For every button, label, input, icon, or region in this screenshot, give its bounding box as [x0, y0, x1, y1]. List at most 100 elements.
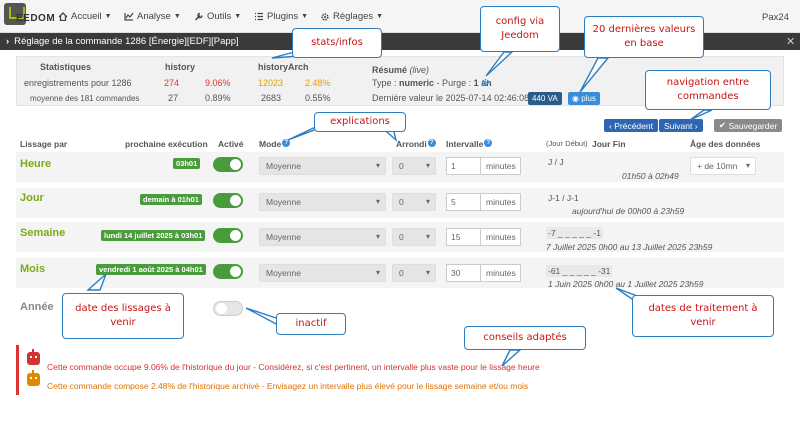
row-semaine-arrondi-select[interactable]: 0 — [392, 228, 436, 246]
resume-title-text: Résumé — [372, 65, 408, 75]
row-jour-unit: minutes — [480, 193, 521, 211]
nav-reglages-label: Réglages — [333, 11, 374, 22]
question-icon[interactable]: ? — [282, 139, 291, 147]
save-button[interactable]: ✔ Sauvegarder — [714, 119, 783, 132]
row-heure-days: J / J — [548, 157, 564, 167]
row-mois-arrondi-select[interactable]: 0 — [392, 264, 436, 282]
row-mois-interval-input[interactable]: 30 — [446, 264, 481, 282]
eye-icon: ◉ — [572, 94, 579, 103]
last-value-label: Dernière valeur le 2025-07-14 02:46:08 : — [372, 93, 535, 103]
question-icon[interactable]: ? — [484, 139, 493, 147]
col-header-historyarch: historyArch — [258, 62, 309, 72]
analysis-icon — [124, 12, 134, 21]
caret-down-icon: ▼ — [104, 13, 112, 20]
nav-plugins[interactable]: Plugins ▼ — [254, 11, 308, 22]
annotation-dates-traitement: dates de traitement à venir — [632, 295, 774, 337]
prev-label: Précédent — [614, 120, 653, 131]
row-semaine-unit: minutes — [480, 228, 521, 246]
row-annee-toggle[interactable] — [213, 301, 243, 316]
stats-row2-arch-pct: 0.55% — [305, 93, 331, 103]
header-age: Âge des données — [690, 139, 761, 149]
resume-title: Résumé (live) — [372, 65, 429, 75]
wrench-icon — [194, 12, 203, 21]
col-header-history: history — [165, 62, 196, 72]
row-mois-mode-select[interactable]: Moyenne — [259, 264, 386, 282]
stats-row2-label: moyenne des 181 commandes — [30, 94, 140, 103]
nav-outils-label: Outils — [207, 11, 232, 22]
row-semaine-next-badge: lundi 14 juillet 2025 à 03h01 — [101, 230, 206, 241]
row-mois-unit: minutes — [480, 264, 521, 282]
stats-row1-history-count: 274 — [164, 78, 180, 88]
nav-reglages[interactable]: Réglages ▼ — [320, 11, 383, 22]
save-label: Sauvegarder — [728, 120, 778, 131]
question-icon[interactable]: ? — [427, 139, 436, 147]
stats-row2-arch-count: 2683 — [261, 93, 282, 103]
caret-down-icon: ▼ — [376, 13, 384, 20]
caret-down-icon: ▼ — [234, 13, 242, 20]
row-semaine-toggle[interactable] — [213, 228, 243, 243]
row-semaine-interval-input[interactable]: 15 — [446, 228, 481, 246]
row-semaine-label: Semaine — [20, 227, 66, 239]
nav-outils[interactable]: Outils ▼ — [194, 11, 241, 22]
row-heure-toggle[interactable] — [213, 157, 243, 172]
row-heure-age-select[interactable]: + de 10mn — [690, 157, 756, 175]
row-heure-next-badge: 03h01 — [173, 158, 201, 169]
alert-history: Cette commande occupe 9.06% de l'histori… — [47, 362, 540, 372]
annotation-last20: 20 dernières valeurs en base — [584, 16, 704, 58]
robot-red-icon — [27, 349, 40, 365]
header-arrondi: Arrondi? — [396, 139, 436, 149]
row-jour-next-badge: demain à 01h01 — [140, 194, 202, 205]
row-jour-dates: aujourd'hui de 00h00 à 23h59 — [572, 206, 685, 216]
stats-row2-history-count: 27 — [168, 93, 179, 103]
header-intervalle-label: Intervalle — [446, 139, 484, 149]
stats-row1-arch-pct: 2.48% — [305, 78, 331, 88]
col-header-stats: Statistiques — [40, 62, 92, 72]
row-heure-mode-select[interactable]: Moyenne — [259, 157, 386, 175]
stats-row1-history-pct: 9.06% — [205, 78, 231, 88]
plus-label: plus — [581, 94, 596, 103]
row-jour-interval-input[interactable]: 5 — [446, 193, 481, 211]
nav-accueil[interactable]: Accueil ▼ — [58, 11, 112, 22]
caret-down-icon: ▼ — [173, 13, 181, 20]
annotation-config: config via Jeedom — [480, 6, 560, 52]
annotation-inactif: inactif — [276, 313, 346, 335]
nav-analyse[interactable]: Analyse ▼ — [124, 11, 181, 22]
resume-live: (live) — [409, 65, 430, 75]
row-mois-dates: 1 Juin 2025 0h00 au 1 Juillet 2025 23h59 — [548, 279, 704, 289]
prev-button[interactable]: ‹ Précédent — [604, 119, 658, 132]
nav-analyse-label: Analyse — [137, 11, 171, 22]
row-semaine-days: -7 _ _ _ _ _ -1 — [546, 227, 603, 239]
alert-archive: Cette commande compose 2.48% de l'histor… — [47, 381, 529, 391]
next-label: Suivant — [664, 120, 693, 131]
annotation-explications: explications — [314, 112, 406, 132]
modal-title: Réglage de la commande 1286 [Énergie][ED… — [14, 36, 239, 47]
config-cog-icon[interactable] — [481, 78, 490, 89]
annotation-stats: stats/infos — [292, 28, 382, 58]
type-value: numeric — [399, 78, 435, 88]
chevron-left-icon: ‹ — [609, 120, 612, 131]
caret-down-icon: ▼ — [301, 13, 309, 20]
annotation-conseils: conseils adaptés — [464, 326, 586, 350]
row-jour-arrondi-select[interactable]: 0 — [392, 193, 436, 211]
gear-icon — [321, 12, 329, 21]
list-icon — [255, 12, 263, 21]
annotation-dates-lissage: date des lissages à venir — [62, 293, 184, 339]
user-menu[interactable]: Pax24 — [762, 12, 789, 23]
close-icon[interactable]: ✕ — [786, 35, 795, 48]
row-semaine-dates: 7 Juillet 2025 0h00 au 13 Juillet 2025 2… — [546, 242, 713, 252]
chevron-right-icon: › — [6, 36, 10, 47]
row-mois-toggle[interactable] — [213, 264, 243, 279]
row-jour-mode-select[interactable]: Moyenne — [259, 193, 386, 211]
next-button[interactable]: Suivant › — [659, 119, 703, 132]
row-semaine-mode-select[interactable]: Moyenne — [259, 228, 386, 246]
row-jour-toggle[interactable] — [213, 193, 243, 208]
row-heure-interval-input[interactable]: 1 — [446, 157, 481, 175]
purge-prefix: - Purge : — [436, 78, 472, 88]
header-jour-debut: (Jour Début) — [546, 139, 588, 148]
row-heure-arrondi-select[interactable]: 0 — [392, 157, 436, 175]
row-jour-label: Jour — [20, 192, 44, 204]
header-jour-fin: Jour Fin — [592, 139, 626, 149]
plus-button[interactable]: ◉ plus — [568, 92, 600, 105]
nav-accueil-label: Accueil — [71, 11, 102, 22]
jeedom-logo[interactable]: EEDOM — [4, 3, 55, 30]
